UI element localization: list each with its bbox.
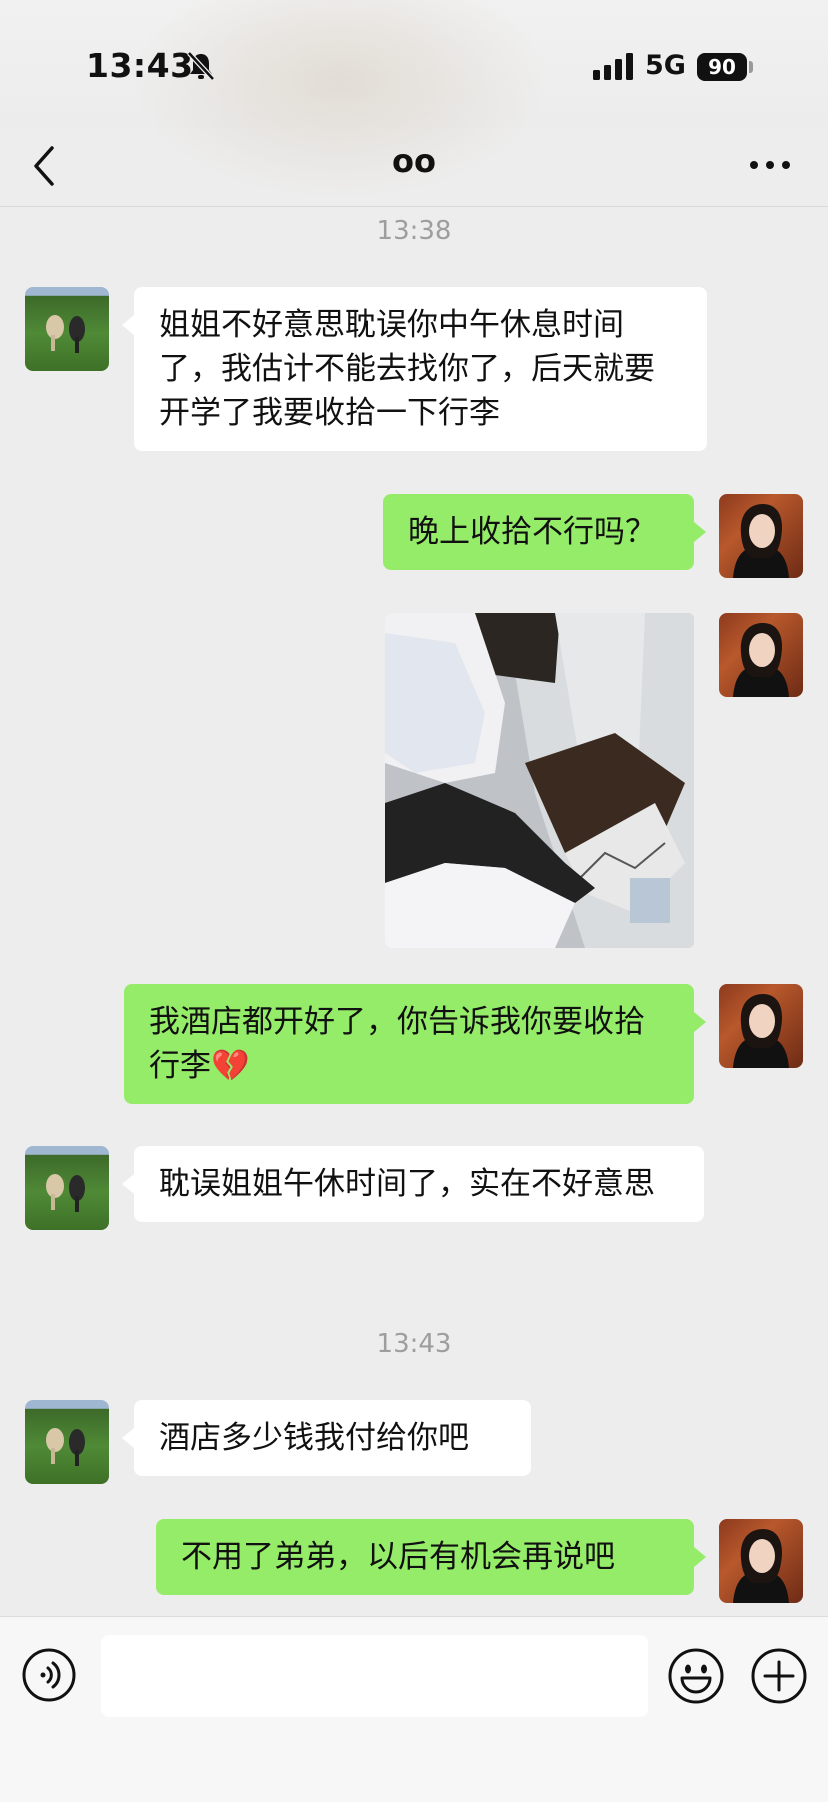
timestamp: 13:38 (376, 216, 452, 246)
avatar-contact[interactable] (25, 287, 109, 371)
dog-photo-icon (46, 315, 85, 353)
bell-muted-icon (187, 51, 215, 81)
message-bubble-sent[interactable]: 晚上收拾不行吗？ (383, 494, 706, 570)
battery-tip (749, 61, 753, 73)
battery-icon: 90 (697, 53, 747, 81)
battery-level: 90 (708, 55, 736, 79)
chat-title: oo (392, 142, 436, 180)
message-bubble-received[interactable]: 耽误姐姐午休时间了，实在不好意思 (122, 1146, 704, 1222)
avatar-contact[interactable] (25, 1146, 109, 1230)
plus-icon[interactable] (750, 1647, 808, 1705)
nav-bar: oo (0, 128, 828, 207)
avatar-self[interactable] (719, 613, 803, 697)
dog-photo-icon (46, 1428, 85, 1466)
avatar-self[interactable] (719, 1519, 803, 1603)
portrait-icon (733, 1529, 789, 1603)
message-bubble-sent[interactable]: 我酒店都开好了，你告诉我你要收拾行李💔 (124, 984, 706, 1104)
sent-photo[interactable] (385, 613, 694, 948)
message-bubble-sent[interactable]: 不用了弟弟，以后有机会再说吧 (156, 1519, 706, 1595)
portrait-icon (733, 623, 789, 697)
avatar-self[interactable] (719, 984, 803, 1068)
message-input[interactable] (101, 1635, 648, 1717)
status-bar: 13:43 5G 90 (0, 0, 828, 200)
dog-photo-icon (46, 1174, 85, 1212)
avatar-contact[interactable] (25, 1400, 109, 1484)
more-icon[interactable] (748, 158, 792, 172)
emoji-icon[interactable] (667, 1647, 725, 1705)
hotel-room-photo (385, 613, 694, 948)
input-bar (0, 1616, 828, 1802)
message-bubble-received[interactable]: 酒店多少钱我付给你吧 (122, 1400, 531, 1476)
avatar-self[interactable] (719, 494, 803, 578)
message-bubble-received[interactable]: 姐姐不好意思耽误你中午休息时间了，我估计不能去找你了，后天就要开学了我要收拾一下… (122, 287, 707, 451)
portrait-icon (733, 504, 789, 578)
voice-icon[interactable] (21, 1647, 77, 1703)
network-type: 5G (645, 50, 686, 81)
timestamp: 13:43 (376, 1329, 452, 1359)
status-time: 13:43 (86, 46, 194, 85)
portrait-icon (733, 994, 789, 1068)
signal-icon (593, 53, 633, 80)
